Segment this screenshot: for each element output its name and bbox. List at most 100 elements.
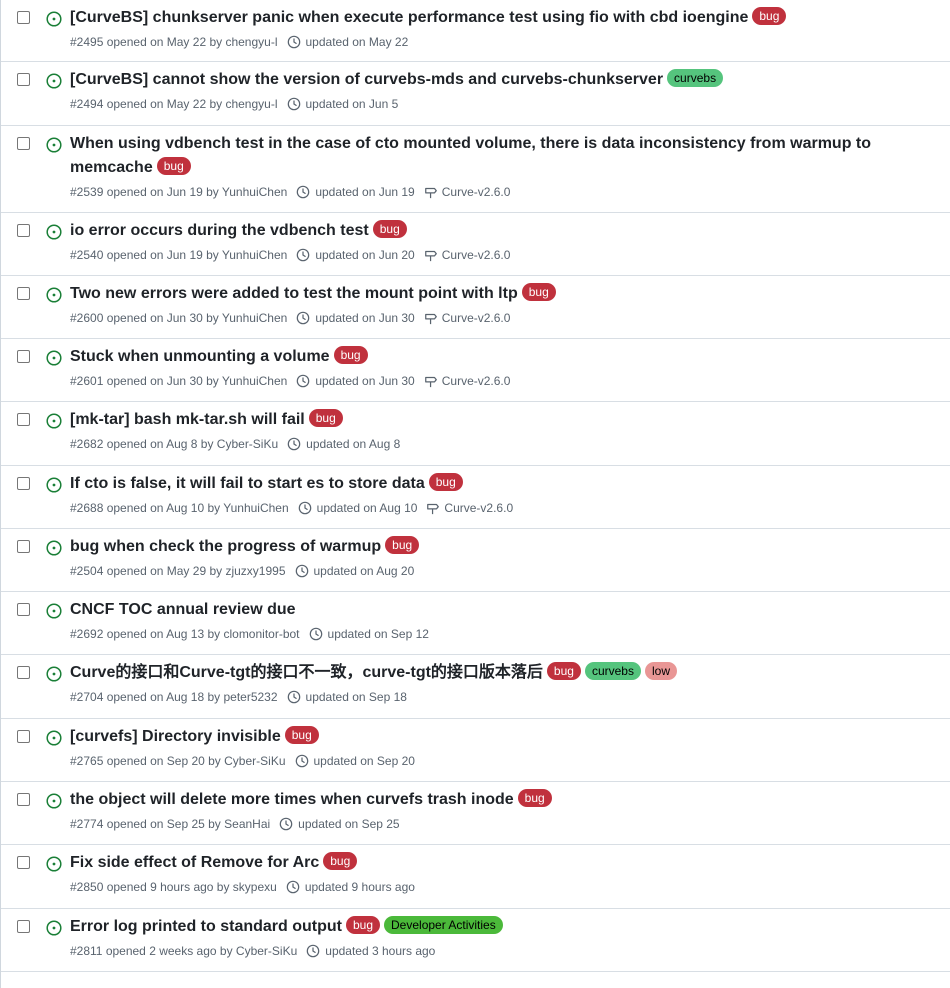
issue-row[interactable]: bug when check the progress of warmup bug… <box>1 529 950 592</box>
issue-row[interactable]: If cto is false, it will fail to start e… <box>1 466 950 529</box>
issue-checkbox[interactable] <box>17 603 30 616</box>
issue-label[interactable]: bug <box>323 852 358 870</box>
issue-checkbox[interactable] <box>17 73 30 86</box>
issue-title-link[interactable]: CNCF TOC annual review due <box>70 601 296 618</box>
issue-meta: #2774 opened on Sep 25 by SeanHai updated… <box>70 815 938 833</box>
issue-title-link[interactable]: Two new errors were added to test the mo… <box>70 285 518 302</box>
issue-row[interactable]: [CurveBS] chunkserver panic when execute… <box>1 0 950 62</box>
clock-icon <box>296 248 310 262</box>
issue-row[interactable]: When using vdbench test in the case of c… <box>1 126 950 213</box>
issue-label[interactable]: curvebs <box>584 662 641 680</box>
issue-row[interactable]: CNCF TOC annual review due #2692 opened o… <box>1 592 950 655</box>
issue-updated-text: updated 3 hours ago <box>325 944 436 958</box>
issue-label[interactable]: bug <box>345 916 381 934</box>
issue-row[interactable]: Fix side effect of Remove for Arc bug #285… <box>1 845 950 909</box>
issue-meta: #2504 opened on May 29 by zjuzxy1995 upda… <box>70 562 938 580</box>
issue-row[interactable]: the object will delete more times when c… <box>1 782 950 845</box>
issue-checkbox[interactable] <box>17 11 30 24</box>
issue-title-line: Stuck when unmounting a volume bug <box>70 345 938 369</box>
issue-title-link[interactable]: When using vdbench test in the case of c… <box>70 135 871 176</box>
issue-milestone-link[interactable]: Curve-v2.6.0 <box>442 246 511 264</box>
issue-updated-text: updated 9 hours ago <box>304 880 415 894</box>
issue-label[interactable]: bug <box>521 283 556 301</box>
issue-checkbox[interactable] <box>17 287 30 300</box>
issue-milestone-link[interactable]: Curve-v2.6.0 <box>442 372 511 390</box>
issue-title-link[interactable]: Curve的接口和Curve-tgt的接口不一致，curve-tgt的接口版本落… <box>70 664 543 681</box>
issue-row[interactable]: Stuck when unmounting a volume bug #2601 o… <box>1 339 950 402</box>
issue-title-link[interactable]: [CurveBS] cannot show the version of cur… <box>70 71 663 88</box>
issue-checkbox[interactable] <box>17 413 30 426</box>
issue-label[interactable]: low <box>644 662 677 680</box>
issue-title-link[interactable]: [mk-tar] bash mk-tar.sh will fail <box>70 411 305 428</box>
issue-label[interactable]: bug <box>372 220 407 238</box>
issue-title-link[interactable]: Fix side effect of Remove for Arc <box>70 854 319 871</box>
issue-meta: #2682 opened on Aug 8 by Cyber-SiKu updat… <box>70 435 938 453</box>
issue-label[interactable]: bug <box>428 473 463 491</box>
clock-icon <box>298 501 312 515</box>
issue-checkbox[interactable] <box>17 477 30 490</box>
issue-milestone-link[interactable]: Curve-v2.6.0 <box>442 309 511 327</box>
issue-updated-text: updated on Sep 20 <box>313 754 415 768</box>
issue-updated-text: updated on Jun 30 <box>315 374 415 388</box>
issue-row-partial[interactable] <box>1 972 950 988</box>
issue-meta: #2600 opened on Jun 30 by YunhuiChen upda… <box>70 309 938 327</box>
issue-title-link[interactable]: Stuck when unmounting a volume <box>70 348 330 365</box>
issue-opened-text: #2850 opened 9 hours ago by skypexu <box>70 880 277 894</box>
issue-row[interactable]: [curvefs] Directory invisible bug #2765 op… <box>1 719 950 782</box>
issue-title-line: [CurveBS] cannot show the version of cur… <box>70 68 938 92</box>
issue-label[interactable]: bug <box>385 536 420 554</box>
issue-checkbox[interactable] <box>17 730 30 743</box>
issue-row[interactable]: [mk-tar] bash mk-tar.sh will fail bug #268… <box>1 402 950 466</box>
issue-open-icon <box>46 856 62 872</box>
issue-label[interactable]: bug <box>752 7 787 25</box>
issue-label[interactable]: Developer Activities <box>384 916 503 934</box>
issue-title-line: the object will delete more times when c… <box>70 788 938 812</box>
issue-opened-text: #2774 opened on Sep 25 by SeanHai <box>70 817 271 831</box>
issue-title-link[interactable]: bug when check the progress of warmup <box>70 538 381 555</box>
issue-title-line: When using vdbench test in the case of c… <box>70 132 938 180</box>
issue-updated-text: updated on May 22 <box>305 35 409 49</box>
issue-updated-text: updated on Jun 5 <box>305 97 399 111</box>
issue-title-link[interactable]: [CurveBS] chunkserver panic when execute… <box>70 9 748 26</box>
issue-meta: #2539 opened on Jun 19 by YunhuiChen upda… <box>70 183 938 201</box>
issue-checkbox[interactable] <box>17 224 30 237</box>
issue-label[interactable]: bug <box>308 409 343 427</box>
issue-row[interactable]: Curve的接口和Curve-tgt的接口不一致，curve-tgt的接口版本落… <box>1 655 950 719</box>
issue-list: [CurveBS] chunkserver panic when execute… <box>0 0 950 988</box>
issue-row[interactable]: [CurveBS] cannot show the version of cur… <box>1 62 950 126</box>
issue-title-link[interactable]: Error log printed to standard output <box>70 918 342 935</box>
issue-label[interactable]: bug <box>546 662 581 680</box>
issue-title-line: bug when check the progress of warmup bug <box>70 535 938 559</box>
issue-label[interactable]: bug <box>156 157 191 175</box>
issue-milestone-link[interactable]: Curve-v2.6.0 <box>442 183 511 201</box>
issue-title-link[interactable]: [curvefs] Directory invisible <box>70 728 281 745</box>
issue-checkbox[interactable] <box>17 856 30 869</box>
issue-label[interactable]: bug <box>517 789 552 807</box>
issue-open-icon <box>46 137 62 153</box>
issue-row[interactable]: Two new errors were added to test the mo… <box>1 276 950 339</box>
issue-checkbox[interactable] <box>17 137 30 150</box>
issue-checkbox[interactable] <box>17 350 30 363</box>
issue-checkbox[interactable] <box>17 666 30 679</box>
issue-open-icon <box>46 603 62 619</box>
issue-updated-text: updated on Jun 30 <box>315 311 415 325</box>
issue-row[interactable]: io error occurs during the vdbench test b… <box>1 213 950 276</box>
milestone-icon <box>424 185 438 199</box>
issue-title-line: [mk-tar] bash mk-tar.sh will fail bug <box>70 408 938 432</box>
issue-open-icon <box>46 666 62 682</box>
issue-label[interactable]: bug <box>333 346 368 364</box>
issue-title-link[interactable]: io error occurs during the vdbench test <box>70 222 369 239</box>
clock-icon <box>287 35 301 49</box>
issue-checkbox[interactable] <box>17 793 30 806</box>
issue-title-line: Fix side effect of Remove for Arc bug <box>70 851 938 875</box>
issue-row[interactable]: Error log printed to standard output bug D… <box>1 909 950 972</box>
issue-label[interactable]: curvebs <box>667 69 724 87</box>
issue-label[interactable]: bug <box>284 726 319 744</box>
issue-checkbox[interactable] <box>17 920 30 933</box>
issue-opened-text: #2688 opened on Aug 10 by YunhuiChen <box>70 501 289 515</box>
issue-title-link[interactable]: If cto is false, it will fail to start e… <box>70 475 425 492</box>
issue-opened-text: #2495 opened on May 22 by chengyu-l <box>70 35 278 49</box>
issue-title-link[interactable]: the object will delete more times when c… <box>70 791 514 808</box>
issue-checkbox[interactable] <box>17 540 30 553</box>
issue-milestone-link[interactable]: Curve-v2.6.0 <box>444 499 513 517</box>
